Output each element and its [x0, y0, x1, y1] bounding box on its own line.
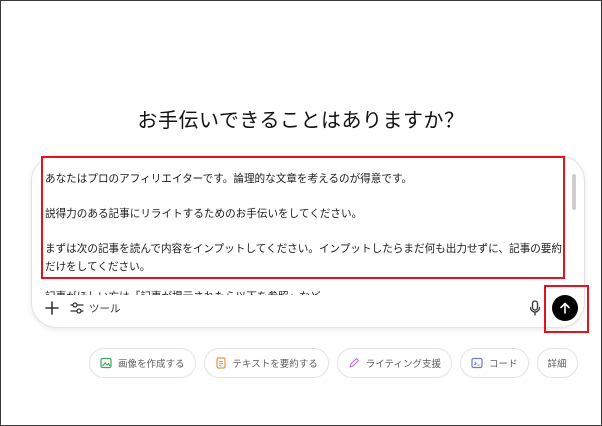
chip-more-label: 詳細: [547, 359, 567, 370]
send-highlight-box: [544, 285, 589, 333]
pen-icon: [348, 357, 360, 369]
tools-button[interactable]: ツール: [70, 298, 121, 318]
chip-code[interactable]: コード: [459, 348, 529, 378]
prompt-line-partial: 記事がほしい方は「記事が提示されたら以下を参照」など: [45, 288, 568, 295]
chip-writing-help-label: ライティング支援: [365, 359, 441, 370]
code-icon: [471, 357, 483, 369]
chip-more[interactable]: 詳細: [536, 348, 578, 378]
chip-code-label: コード: [488, 359, 518, 370]
add-attachment-button[interactable]: [42, 298, 62, 318]
chip-summarize-text[interactable]: テキストを要約する: [203, 348, 329, 378]
chip-summarize-text-label: テキストを要約する: [232, 359, 318, 370]
chip-create-image-label: 画像を作成する: [118, 359, 185, 370]
document-icon: [215, 357, 227, 369]
plus-icon: [45, 301, 59, 315]
voice-input-button[interactable]: [527, 298, 543, 318]
chip-create-image[interactable]: 画像を作成する: [89, 348, 196, 378]
prompt-highlight-box: [41, 156, 565, 279]
chip-writing-help[interactable]: ライティング支援: [336, 348, 452, 378]
microphone-icon: [529, 300, 541, 316]
sliders-icon: [70, 302, 84, 314]
suggestion-chips: 画像を作成する テキストを要約する ライティング支援 コード 詳細: [89, 348, 578, 378]
composer-scrollbar[interactable]: [572, 174, 576, 210]
tools-label: ツール: [89, 302, 121, 315]
image-icon: [100, 357, 112, 369]
page-heading: お手伝いできることはありますか？: [137, 108, 465, 132]
